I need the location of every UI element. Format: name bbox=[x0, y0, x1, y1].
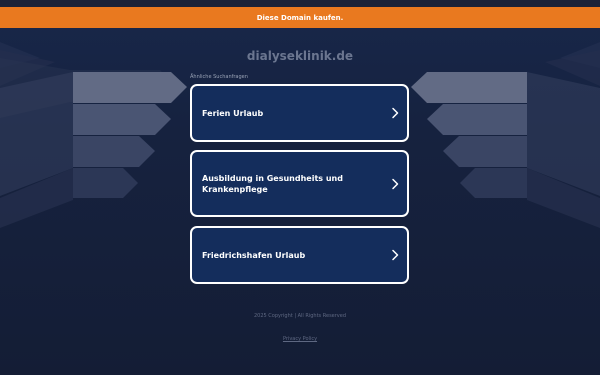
related-search-label: Friedrichshafen Urlaub bbox=[202, 250, 306, 260]
domain-title: dialyseklinik.de bbox=[246, 49, 354, 63]
related-search-link-friedrichshafen-urlaub[interactable]: Friedrichshafen Urlaub bbox=[190, 226, 409, 284]
top-strip bbox=[0, 0, 600, 7]
buy-domain-banner[interactable]: Diese Domain kaufen. bbox=[0, 7, 600, 28]
chevron-right-icon bbox=[392, 178, 399, 189]
related-search-link-ferien-urlaub[interactable]: Ferien Urlaub bbox=[190, 84, 409, 142]
related-search-label: Ferien Urlaub bbox=[202, 108, 264, 118]
chevron-right-icon bbox=[392, 107, 399, 119]
chevron-right-icon bbox=[392, 249, 399, 261]
related-search-link-ausbildung[interactable]: Ausbildung in Gesundheits und Krankenpfl… bbox=[190, 150, 409, 217]
parking-page: Diese Domain kaufen. dialyseklinik.de Äh… bbox=[0, 0, 600, 375]
copyright-text: 2025 Copyright | All Rights Reserved bbox=[253, 313, 347, 319]
buy-domain-link[interactable]: Diese Domain kaufen. bbox=[257, 14, 344, 22]
footer-links: Privacy Policy bbox=[0, 325, 600, 344]
privacy-policy-link[interactable]: Privacy Policy bbox=[283, 336, 317, 342]
related-searches-heading: Ähnliche Suchanfragen bbox=[190, 74, 248, 80]
related-search-label: Ausbildung in Gesundheits und Krankenpfl… bbox=[202, 173, 343, 194]
